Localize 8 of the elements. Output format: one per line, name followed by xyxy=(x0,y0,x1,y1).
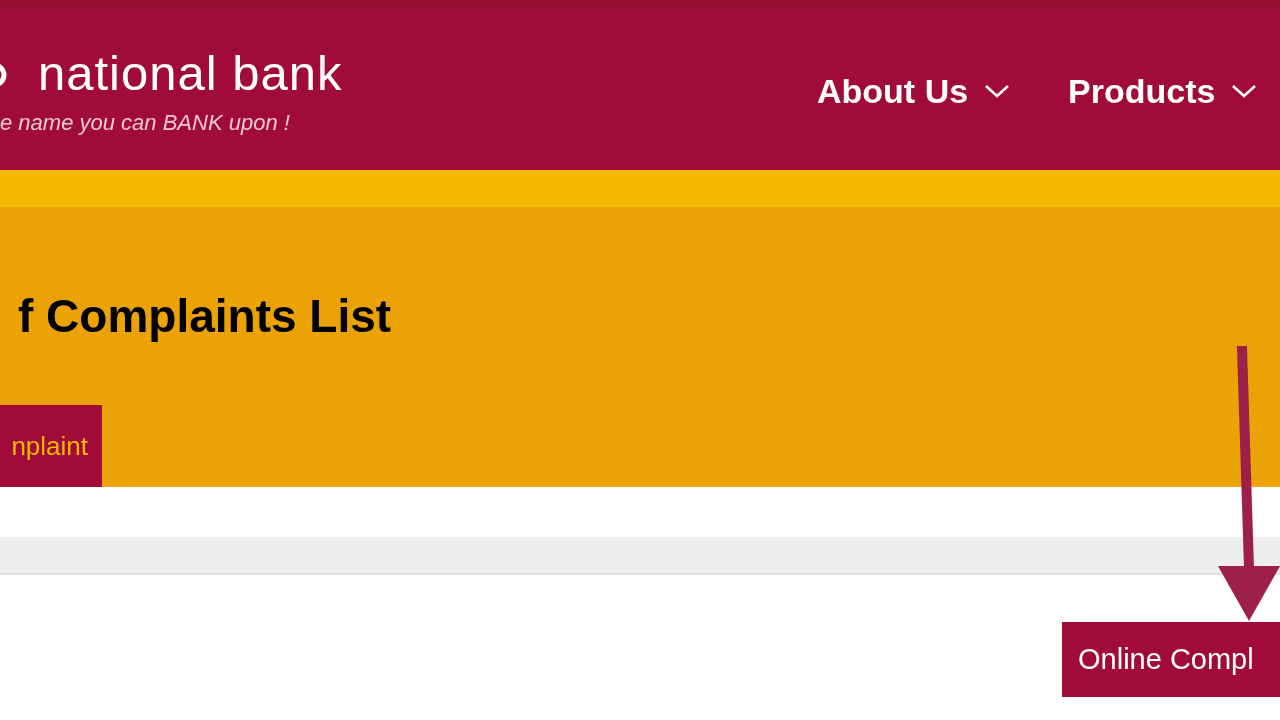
nav-link[interactable]: Products xyxy=(1068,74,1258,108)
chevron-down-icon xyxy=(1231,83,1258,99)
tagline: e name you can BANK upon ! xyxy=(0,112,291,134)
complaint-button[interactable]: nplaint xyxy=(0,405,102,487)
nav-link[interactable]: About Us xyxy=(817,74,1011,108)
chevron-down-icon xyxy=(984,83,1011,99)
logo-text: national bank xyxy=(38,48,343,98)
online-complaint-button[interactable]: Online Compl xyxy=(1062,622,1280,697)
